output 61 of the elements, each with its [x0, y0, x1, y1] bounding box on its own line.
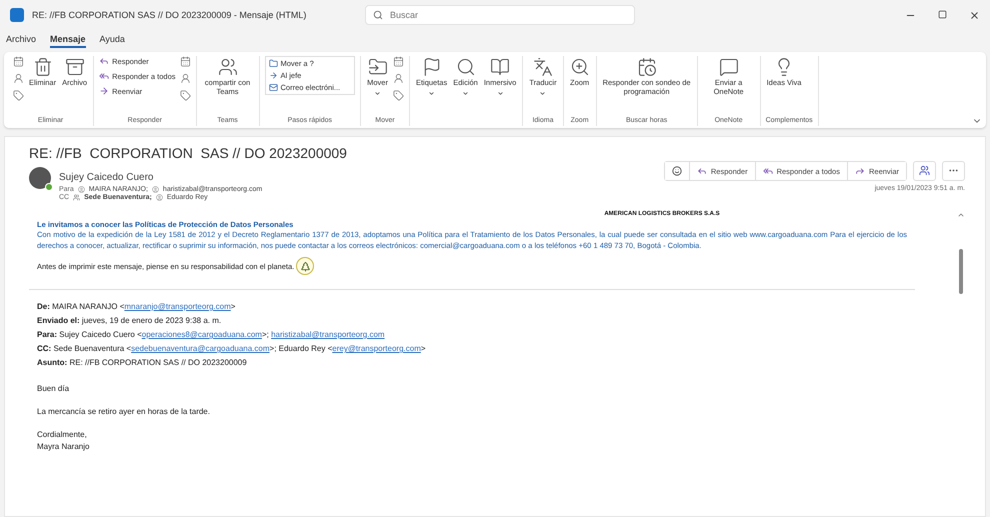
action-icon [762, 166, 773, 176]
header-line: CC: Sede Buenaventura <sedebuenaventura@cargoaduana.com>; Eduardo Rey <erey@transporteorg.com> [37, 343, 427, 355]
tree-icon [296, 257, 314, 275]
ribbon-icon[interactable] [392, 56, 404, 67]
menu-tab[interactable]: Archivo [6, 32, 36, 48]
close-icon[interactable] [969, 10, 980, 20]
ribbon-icon [570, 57, 590, 77]
email-link[interactable]: erey@transporteorg.com [332, 344, 421, 353]
ribbon-icon [368, 57, 388, 77]
app-logo-icon [10, 8, 24, 22]
header-line: De: MAIRA NARANJO <mnaranjo@transporteorg.com> [37, 301, 236, 313]
ribbon-icon [456, 57, 476, 77]
ribbon-icon [218, 57, 238, 77]
ribbon-icon [99, 56, 110, 66]
ribbon-icon[interactable] [392, 90, 404, 101]
message-subject: RE: //FB CORPORATION SAS // DO 2023200009 [29, 145, 347, 161]
quick-step-icon [268, 71, 278, 80]
ribbon-icon[interactable] [392, 73, 404, 84]
ribbon-icon[interactable] [180, 90, 190, 101]
header-line: Asunto: RE: //FB CORPORATION SAS // DO 2023200009 [37, 357, 248, 369]
presence-icon [45, 183, 53, 191]
quick-step-icon [268, 59, 278, 68]
menu-tab[interactable]: Ayuda [100, 32, 125, 48]
ribbon-icon [64, 57, 85, 77]
signature: Mayra Naranjo [37, 442, 90, 451]
quick-step-icon [268, 83, 278, 92]
ribbon-icon [532, 57, 553, 77]
body-paragraph: Buen día [37, 384, 70, 393]
email-link[interactable]: mnaranjo@transporteorg.com [124, 302, 231, 311]
ribbon-icon [490, 57, 510, 77]
people-icon [919, 165, 930, 176]
header-line: Enviado el: jueves, 19 de enero de 2023 9:38 a. m. [37, 315, 222, 327]
menu-tab[interactable]: Mensaje [50, 32, 86, 48]
action-icon [696, 166, 707, 176]
teams-button[interactable] [913, 161, 936, 181]
contact-icon [78, 186, 85, 193]
body-paragraph: Cordialmente, [37, 430, 88, 439]
scroll-up-icon[interactable] [957, 211, 965, 219]
smiley-icon [672, 166, 682, 176]
ribbon-icon[interactable] [13, 56, 24, 67]
action-icon [854, 166, 865, 176]
ribbon-icon [99, 86, 110, 96]
ribbon-icon[interactable] [180, 73, 190, 84]
ribbon-icon [636, 57, 657, 77]
ribbon-icon [32, 57, 53, 77]
scroll-thumb[interactable] [959, 249, 963, 294]
ribbon-icon[interactable] [13, 73, 24, 84]
search-field[interactable]: Buscar [365, 5, 635, 25]
header-line: Para: Sujey Caicedo Cuero <operaciones8@cargoaduana.com>; haristizabal@transporteorg.com [37, 329, 386, 341]
email-link[interactable]: sedebuenaventura@cargoaduana.com [131, 344, 270, 353]
ribbon-icon[interactable] [180, 56, 190, 67]
sender-name: Sujey Caicedo Cuero [59, 172, 154, 183]
ribbon-icon [718, 57, 739, 77]
maximize-icon[interactable] [938, 10, 947, 18]
ribbon-icon[interactable] [13, 90, 24, 101]
window-title: RE: //FB CORPORATION SAS // DO 2023200009 - Mensaje (HTML) [32, 10, 308, 20]
body-paragraph: La mercancía se retiro ayer en horas de la tarde. [37, 407, 211, 416]
emoji-button[interactable] [664, 162, 690, 180]
email-link[interactable]: haristizabal@transporteorg.com [271, 330, 385, 339]
email-link[interactable]: operaciones8@cargoaduana.com [142, 330, 262, 339]
ribbon-icon [99, 71, 110, 81]
